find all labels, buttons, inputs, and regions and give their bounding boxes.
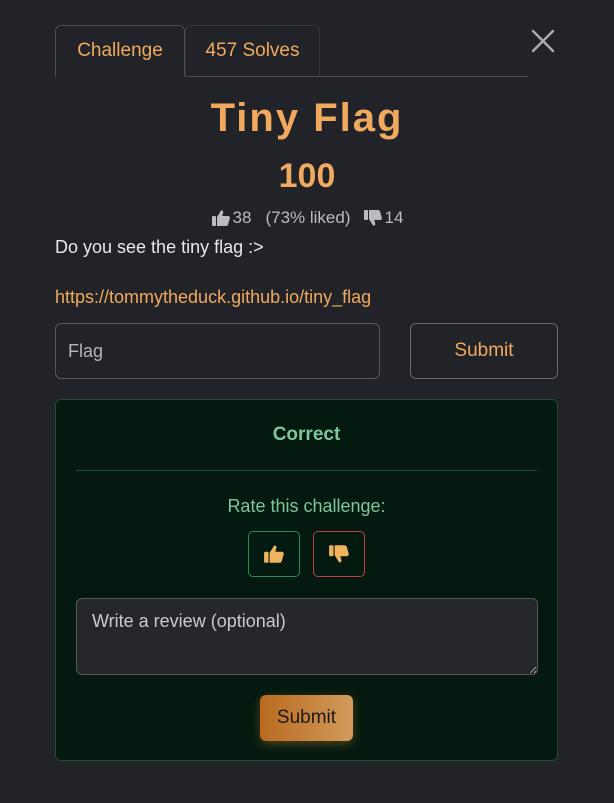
thumbs-down-icon <box>363 210 382 226</box>
result-panel: Correct Rate this challenge: Submit <box>55 399 558 761</box>
challenge-description: Do you see the tiny flag :> <box>55 237 264 257</box>
challenge-points: 100 <box>278 157 336 195</box>
thumbs-up-icon <box>264 545 284 563</box>
tab-bar: Challenge 457 Solves <box>55 25 528 77</box>
challenge-link[interactable]: https://tommytheduck.github.io/tiny_flag <box>55 287 371 308</box>
thumbs-up-icon <box>211 210 230 226</box>
flag-input[interactable] <box>55 323 380 379</box>
thumbs-down-icon <box>329 545 349 563</box>
challenge-title: Tiny Flag <box>210 96 404 140</box>
liked-percentage: (73% liked) <box>265 208 351 227</box>
rate-prompt: Rate this challenge: <box>227 496 386 516</box>
review-submit-button[interactable]: Submit <box>260 695 353 741</box>
likes-count: 38 <box>232 208 252 227</box>
review-textarea[interactable] <box>76 598 538 675</box>
rating-summary: 38 (73% liked) 14 <box>0 208 614 228</box>
tab-solves[interactable]: 457 Solves <box>185 25 320 76</box>
tab-challenge[interactable]: Challenge <box>55 25 185 77</box>
like-button[interactable] <box>248 531 300 577</box>
dislike-button[interactable] <box>313 531 365 577</box>
challenge-modal: Challenge 457 Solves Tiny Flag 100 38 (7… <box>0 0 614 803</box>
close-icon[interactable] <box>528 26 558 56</box>
divider <box>76 470 537 471</box>
flag-submit-button[interactable]: Submit <box>410 323 558 379</box>
dislikes-count: 14 <box>384 208 404 227</box>
result-status: Correct <box>272 424 341 445</box>
